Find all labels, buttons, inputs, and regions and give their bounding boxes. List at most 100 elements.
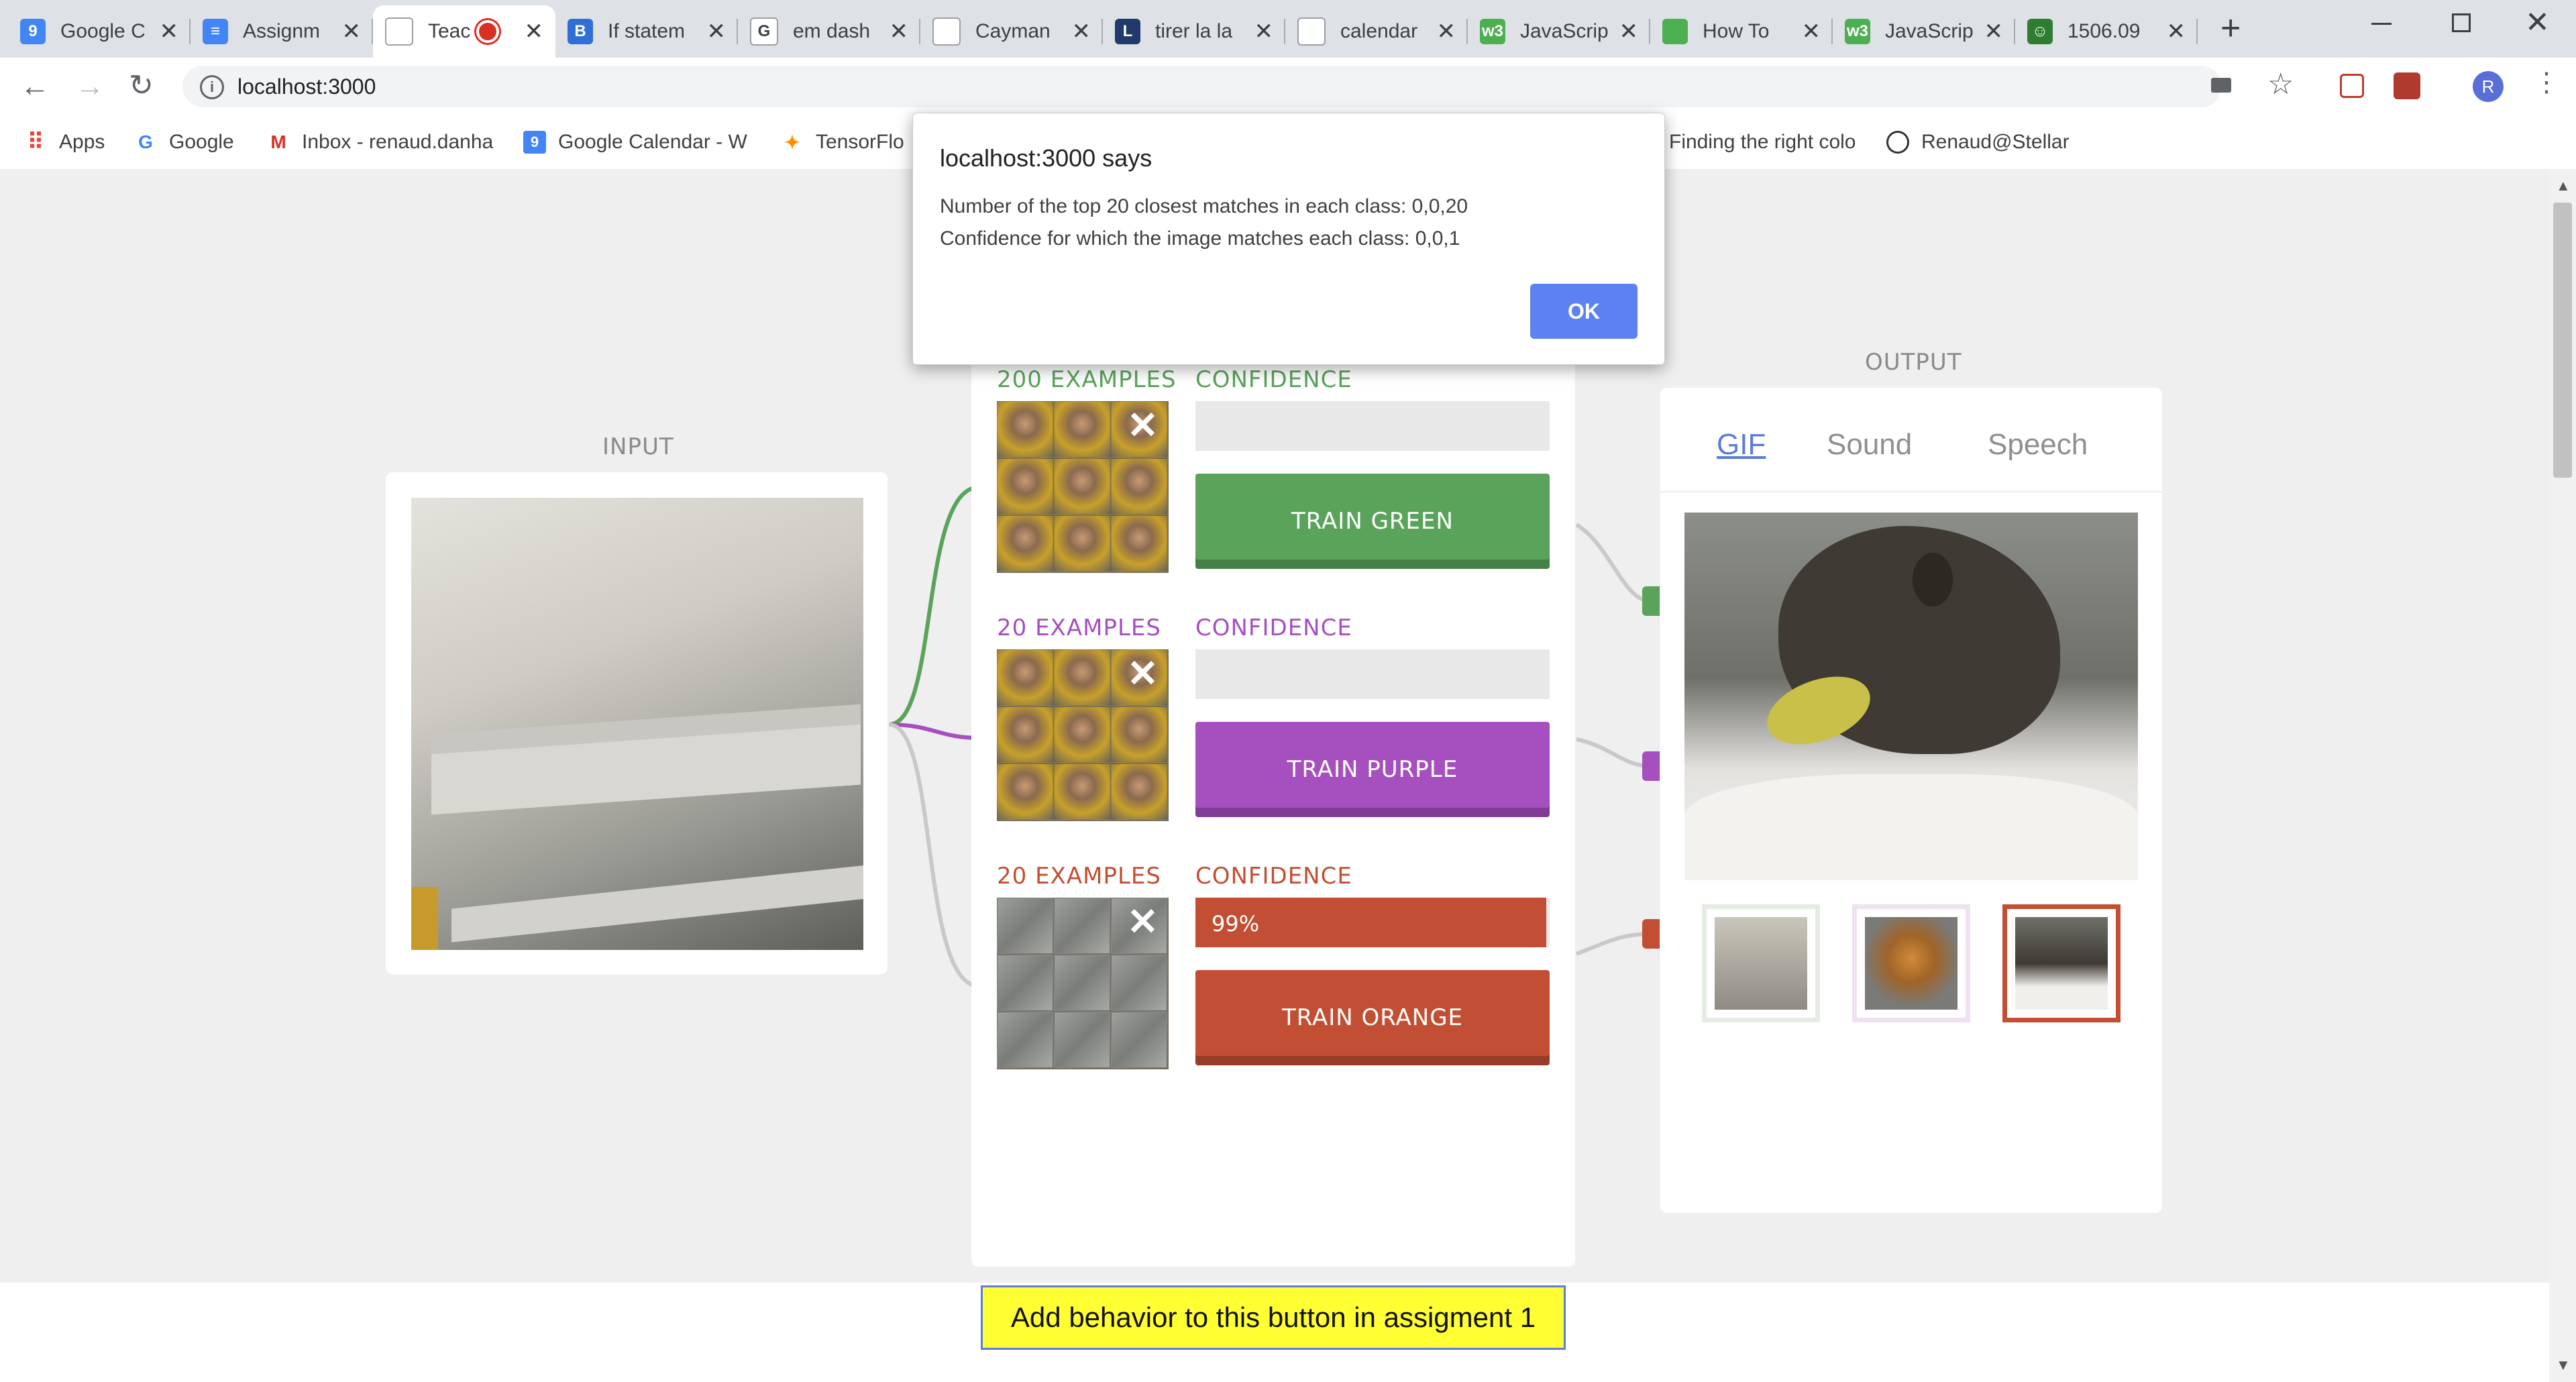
close-icon[interactable]: ✕ — [525, 18, 544, 45]
minimize-button[interactable] — [2371, 23, 2392, 25]
url-text[interactable]: localhost:3000 — [237, 74, 376, 99]
browser-tab[interactable]: Gem dash ✕ — [738, 5, 920, 58]
bookmark-google[interactable]: G Google — [134, 127, 234, 157]
dialog-ok-button[interactable]: OK — [1530, 284, 1638, 339]
menu-icon[interactable]: ⋮ — [2533, 67, 2560, 98]
address-bar[interactable]: i localhost:3000 — [182, 66, 2222, 107]
close-icon[interactable]: ✕ — [160, 18, 179, 45]
dialog-line-2: Confidence for which the image matches e… — [940, 227, 1460, 250]
tab-strip: 9 Google C ✕ ≡ Assignm ✕ Teac ✕ B If statem ✕ Gem d… — [0, 0, 2576, 58]
example-tile — [1111, 1012, 1167, 1068]
output-card: GIF Sound Speech — [1660, 388, 2162, 1213]
tab-sound[interactable]: Sound — [1827, 428, 1912, 462]
example-tile — [1111, 763, 1167, 820]
close-icon[interactable]: ✕ — [1619, 18, 1639, 45]
webcam-feed — [411, 498, 863, 950]
bookmark-label: Inbox - renaud.danha — [302, 131, 494, 153]
browser-tab[interactable]: ≡ Assignm ✕ — [191, 5, 373, 58]
browser-tab[interactable]: Teac ✕ — [373, 5, 555, 58]
confidence-label: CONFIDENCE — [1195, 366, 1352, 393]
example-tile — [997, 1012, 1053, 1068]
example-tile — [997, 649, 1053, 706]
close-window-button[interactable]: ✕ — [2525, 5, 2550, 40]
bookmark-calendar[interactable]: 9 Google Calendar - W — [523, 127, 786, 157]
class-row-orange: 20 EXAMPLES CONFIDENCE ✕ 99% TRAIN ORANGE — [971, 856, 1575, 1104]
bookmark-label: Google Calendar - W — [558, 131, 747, 153]
info-icon[interactable]: i — [200, 75, 224, 99]
example-tile — [1054, 763, 1110, 820]
browser-tab[interactable]: 9 Google C ✕ — [8, 5, 191, 58]
close-icon[interactable]: ✕ — [1437, 18, 1456, 45]
page-icon — [385, 17, 413, 46]
browser-tab[interactable]: How To ✕ — [1650, 5, 1833, 58]
tab-title: JavaScrip — [1520, 20, 1609, 42]
back-icon[interactable]: ← — [20, 70, 50, 103]
browser-tab[interactable]: ☺ 1506.09 ✕ — [2015, 5, 2198, 58]
close-icon[interactable]: ✕ — [1254, 18, 1274, 45]
example-tile — [997, 401, 1053, 458]
scroll-up-arrow[interactable]: ▲ — [2556, 177, 2571, 195]
gif-thumb-orange[interactable] — [2002, 904, 2121, 1022]
tab-title: Teac — [428, 20, 471, 42]
google-icon: G — [138, 131, 153, 152]
example-tile — [1054, 458, 1110, 515]
close-icon[interactable]: ✕ — [707, 18, 727, 45]
scroll-thumb[interactable] — [2553, 203, 2572, 478]
browser-tab[interactable]: w3 JavaScrip ✕ — [1833, 5, 2015, 58]
close-icon[interactable]: ✕ — [1072, 18, 1091, 45]
new-tab-button[interactable]: + — [2220, 8, 2241, 48]
connector-out-purple — [1576, 737, 1651, 768]
forward-icon[interactable]: → — [75, 70, 105, 103]
clear-examples-button[interactable]: ✕ — [1127, 655, 1159, 692]
browser-tab[interactable]: Cayman ✕ — [920, 5, 1103, 58]
dictionary-icon: L — [1115, 19, 1140, 44]
bookmark-label: TensorFlo — [816, 131, 904, 153]
reload-icon[interactable]: ↻ — [129, 68, 154, 103]
bookmark-inbox[interactable]: M Inbox - renaud.danha — [267, 127, 530, 157]
scroll-down-arrow[interactable]: ▼ — [2556, 1357, 2571, 1374]
example-tile — [1111, 458, 1167, 515]
apps-grid-icon: ⠿ — [27, 129, 44, 155]
scrollbar[interactable]: ▲ ▼ — [2549, 169, 2576, 1382]
star-icon[interactable]: ☆ — [2267, 67, 2294, 101]
close-icon[interactable]: ✕ — [1802, 18, 1821, 45]
gif-thumb-purple[interactable] — [1852, 904, 1970, 1022]
clear-examples-button[interactable]: ✕ — [1127, 407, 1159, 444]
alert-dialog: localhost:3000 says Number of the top 20… — [912, 113, 1665, 365]
bookmark-tensorflow[interactable]: ✦ TensorFlo — [781, 127, 904, 157]
browser-tab[interactable]: calendar ✕ — [1285, 5, 1468, 58]
connector-out-green — [1575, 523, 1651, 603]
confidence-bar — [1195, 649, 1550, 699]
pocket-icon[interactable] — [2340, 74, 2364, 98]
stellar-icon — [1886, 131, 1909, 154]
connector-gray — [888, 723, 980, 988]
calendar-icon: 9 — [20, 19, 46, 44]
avatar[interactable]: R — [2473, 71, 2504, 102]
train-orange-button[interactable]: TRAIN ORANGE — [1195, 970, 1550, 1065]
smiley-icon: ☺ — [2027, 19, 2053, 44]
train-green-button[interactable]: TRAIN GREEN — [1195, 474, 1550, 569]
tab-speech[interactable]: Speech — [1988, 428, 2088, 462]
close-icon[interactable]: ✕ — [1984, 18, 2004, 45]
restore-button[interactable] — [2452, 13, 2471, 32]
gif-thumb-green[interactable] — [1702, 904, 1820, 1022]
bookmark-finding-color[interactable]: Finding the right colo — [1669, 127, 1864, 157]
clear-examples-button[interactable]: ✕ — [1127, 903, 1159, 941]
browser-tab[interactable]: w3 JavaScrip ✕ — [1468, 5, 1650, 58]
browser-tab[interactable]: B If statem ✕ — [555, 5, 738, 58]
assignment-button[interactable]: Add behavior to this button in assigment… — [981, 1285, 1566, 1350]
close-icon[interactable]: ✕ — [342, 18, 362, 45]
tab-gif[interactable]: GIF — [1717, 428, 1766, 462]
extension-icon[interactable] — [2394, 72, 2420, 99]
browser-tab[interactable]: Ltirer la la ✕ — [1103, 5, 1285, 58]
bookmark-stellar[interactable]: Renaud@Stellar — [1886, 127, 2070, 157]
confidence-bar: 99% — [1195, 898, 1550, 947]
example-tile — [997, 706, 1053, 763]
close-icon[interactable]: ✕ — [2167, 18, 2186, 45]
bookmark-label: Finding the right colo — [1669, 131, 1856, 153]
bookmark-apps[interactable]: ⠿ Apps — [24, 127, 105, 157]
camera-icon[interactable] — [2211, 78, 2231, 93]
train-purple-button[interactable]: TRAIN PURPLE — [1195, 722, 1550, 817]
close-icon[interactable]: ✕ — [890, 18, 909, 45]
connector-green — [888, 485, 980, 727]
